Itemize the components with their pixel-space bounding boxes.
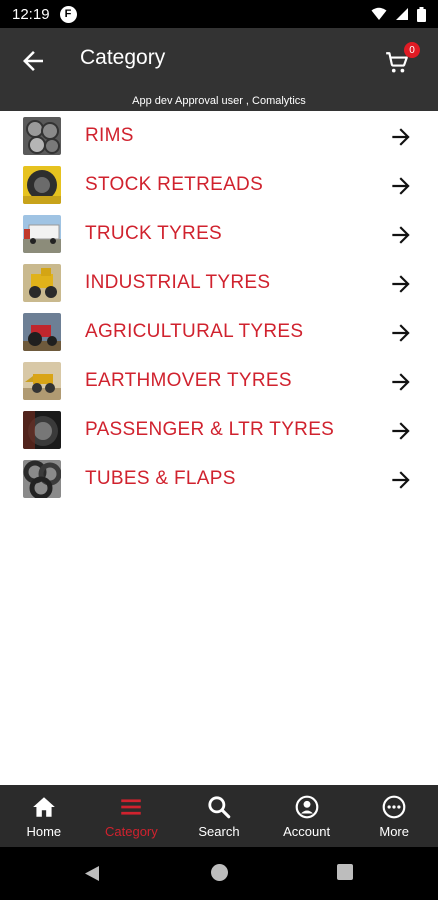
category-item-truck-tyres[interactable]: TRUCK TYRES xyxy=(0,210,438,259)
rims-thumbnail xyxy=(23,117,61,155)
agricultural-tyres-thumbnail xyxy=(23,313,61,351)
earthmover-tyres-thumbnail xyxy=(23,362,61,400)
category-item-passenger-ltr-tyres[interactable]: PASSENGER & LTR TYRES xyxy=(0,406,438,455)
truck-tyres-thumbnail xyxy=(23,215,61,253)
nav-label: More xyxy=(379,824,409,839)
menu-icon xyxy=(121,799,142,815)
arrow-right-icon xyxy=(392,275,410,293)
industrial-tyres-thumbnail xyxy=(23,264,61,302)
arrow-right-icon xyxy=(392,471,410,489)
category-label: RIMS xyxy=(85,125,134,146)
category-label: PASSENGER & LTR TYRES xyxy=(85,419,335,440)
cart-count-badge: 0 xyxy=(404,42,420,58)
page-title: Category xyxy=(80,46,166,69)
category-label: STOCK RETREADS xyxy=(85,174,264,195)
system-home-icon[interactable] xyxy=(211,864,228,881)
arrow-right-icon xyxy=(392,226,410,244)
category-item-earthmover-tyres[interactable]: EARTHMOVER TYRES xyxy=(0,357,438,406)
system-navigation-bar xyxy=(0,847,438,900)
arrow-right-icon xyxy=(392,324,410,342)
notification-icon: F xyxy=(59,5,77,23)
cart-button[interactable]: 0 xyxy=(384,42,420,78)
status-time: 12:19 xyxy=(12,5,50,23)
nav-home[interactable]: Home xyxy=(0,785,88,847)
category-item-stock-retreads[interactable]: STOCK RETREADS xyxy=(0,161,438,210)
category-list: RIMS STOCK RETREADS TRUCK TYRES INDUSTRI… xyxy=(0,112,438,504)
bottom-navigation: Home Category Search Account More xyxy=(0,785,438,847)
tubes-flaps-thumbnail xyxy=(23,460,61,498)
arrow-right-icon xyxy=(392,128,410,146)
nav-label: Search xyxy=(198,824,240,839)
system-recents-icon[interactable] xyxy=(337,864,353,880)
back-button[interactable] xyxy=(18,46,48,76)
nav-account[interactable]: Account xyxy=(263,785,351,847)
category-label: TRUCK TYRES xyxy=(85,223,223,244)
nav-label: Category xyxy=(105,824,158,839)
nav-more[interactable]: More xyxy=(350,785,438,847)
more-icon xyxy=(382,795,406,819)
stock-retreads-thumbnail xyxy=(23,166,61,204)
category-item-rims[interactable]: RIMS xyxy=(0,112,438,161)
category-label: INDUSTRIAL TYRES xyxy=(85,272,271,293)
account-icon xyxy=(295,795,318,819)
nav-label: Account xyxy=(283,824,331,839)
app-bar: Category 0 xyxy=(0,28,438,93)
category-label: EARTHMOVER TYRES xyxy=(85,370,292,391)
arrow-right-icon xyxy=(392,373,410,391)
category-item-industrial-tyres[interactable]: INDUSTRIAL TYRES xyxy=(0,259,438,308)
arrow-left-icon xyxy=(23,51,43,71)
system-back-icon[interactable] xyxy=(84,865,100,882)
home-icon xyxy=(32,797,55,817)
category-item-tubes-flaps[interactable]: TUBES & FLAPS xyxy=(0,455,438,504)
category-item-agricultural-tyres[interactable]: AGRICULTURAL TYRES xyxy=(0,308,438,357)
user-info-strip: App dev Approval user , Comalytics xyxy=(0,93,438,111)
arrow-right-icon xyxy=(392,422,410,440)
arrow-right-icon xyxy=(392,177,410,195)
passenger-tyres-thumbnail xyxy=(23,411,61,449)
nav-search[interactable]: Search xyxy=(175,785,263,847)
battery-icon xyxy=(417,6,426,22)
category-label: AGRICULTURAL TYRES xyxy=(85,321,304,342)
wifi-icon xyxy=(371,7,387,20)
status-bar: 12:19 F xyxy=(0,0,438,28)
search-icon xyxy=(208,796,231,819)
category-label: TUBES & FLAPS xyxy=(85,468,236,489)
nav-label: Home xyxy=(26,824,62,839)
signal-icon xyxy=(396,8,408,20)
nav-category[interactable]: Category xyxy=(88,785,176,847)
status-icons xyxy=(371,6,426,22)
